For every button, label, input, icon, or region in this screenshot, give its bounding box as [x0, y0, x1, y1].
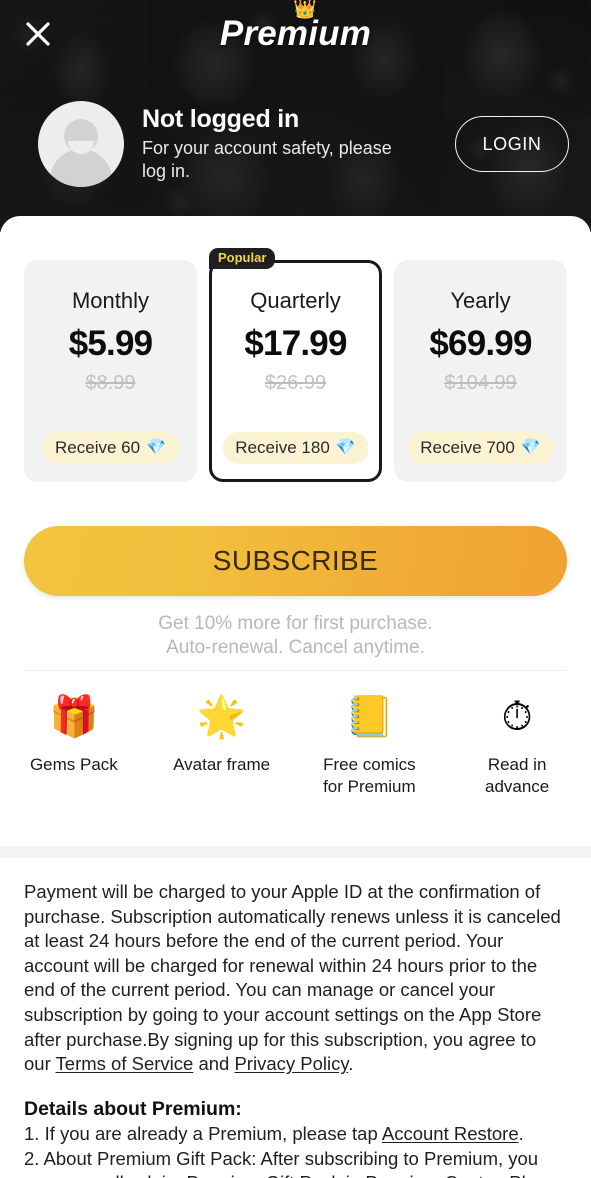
section-divider [24, 670, 567, 671]
account-restore-link[interactable]: Account Restore [382, 1123, 519, 1144]
perk-label: Read in advance [484, 755, 550, 797]
account-row: Not logged in For your account safety, p… [0, 96, 591, 192]
legal-paragraph: Payment will be charged to your Apple ID… [24, 880, 567, 1077]
plan-gems-label: Receive 700 [420, 438, 515, 457]
gift-icon: 🎁 [48, 695, 99, 739]
perk-label: Free comics for Premium [323, 755, 416, 797]
plan-original-price: $26.99 [264, 372, 327, 394]
plan-gems-badge: Receive 700 💎 [407, 432, 554, 464]
perk-gems-pack: 🎁 Gems Pack [0, 690, 148, 798]
plan-card-yearly[interactable]: Yearly $69.99 $104.99 Receive 700 💎 [394, 260, 567, 482]
popular-badge: Popular [209, 248, 276, 270]
subscription-note: Get 10% more for first purchase. Auto-re… [0, 612, 591, 660]
close-button[interactable] [16, 12, 60, 56]
detail-item-1-period: . [518, 1123, 524, 1145]
premium-subscription-screen: 👑 Premium Not logged in For your account… [0, 0, 591, 1178]
legal-conjunction: and [193, 1053, 235, 1075]
subscription-note-line1: Get 10% more for first purchase. [158, 613, 433, 634]
plan-price: $69.99 [429, 324, 532, 363]
perk-free-comics: 📒 Free comics for Premium [296, 690, 444, 798]
plan-gems-badge: Receive 180 💎 [222, 432, 369, 464]
plan-name: Monthly [71, 288, 150, 313]
subscription-note-line2: Auto-renewal. Cancel anytime. [166, 636, 425, 658]
legal-period: . [348, 1053, 354, 1075]
plan-gems-badge: Receive 60 💎 [42, 432, 179, 464]
plan-price: $17.99 [244, 324, 347, 363]
perk-read-in-advance: ⏱ Read in advance [443, 690, 591, 798]
gem-icon: 💎 [520, 439, 541, 456]
gem-icon: 💎 [335, 439, 356, 456]
plan-card-quarterly[interactable]: Popular Quarterly $17.99 $26.99 Receive … [209, 248, 382, 482]
section-band [0, 846, 591, 858]
account-status-title: Not logged in [142, 104, 300, 133]
plan-original-price: $104.99 [444, 372, 517, 394]
close-icon [26, 22, 50, 46]
plan-name: Yearly [450, 288, 511, 313]
plan-gems-label: Receive 180 [235, 438, 330, 457]
legal-section: Payment will be charged to your Apple ID… [0, 880, 591, 1178]
detail-item-1-text: 1. If you are already a Premium, please … [24, 1123, 382, 1145]
login-button[interactable]: LOGIN [455, 116, 569, 172]
perk-avatar-frame: 🌟 Avatar frame [148, 690, 296, 798]
avatar-frame-icon: 🌟 [196, 695, 247, 739]
account-text: Not logged in For your account safety, p… [142, 105, 455, 183]
terms-of-service-link[interactable]: Terms of Service [56, 1053, 194, 1074]
account-status-subtitle: For your account safety, please log in. [142, 137, 392, 181]
header-banner: 👑 Premium Not logged in For your account… [0, 0, 591, 232]
subscribe-button[interactable]: SUBSCRIBE [24, 526, 567, 596]
plan-list: Monthly $5.99 $8.99 Receive 60 💎 Popular… [0, 248, 591, 482]
detail-item-1: 1. If you are already a Premium, please … [24, 1122, 567, 1147]
content-sheet: Monthly $5.99 $8.99 Receive 60 💎 Popular… [0, 216, 591, 846]
privacy-policy-link[interactable]: Privacy Policy [234, 1053, 348, 1074]
plan-name: Quarterly [250, 288, 341, 313]
details-heading: Details about Premium: [24, 1097, 242, 1120]
plan-price: $5.99 [68, 324, 153, 363]
plan-original-price: $8.99 [85, 372, 136, 394]
plan-card-monthly[interactable]: Monthly $5.99 $8.99 Receive 60 💎 [24, 260, 197, 482]
legal-paragraph-text: Payment will be charged to your Apple ID… [24, 881, 561, 1075]
free-comics-icon: 📒 [344, 695, 395, 739]
plan-gems-label: Receive 60 [55, 438, 141, 457]
avatar[interactable] [38, 101, 124, 187]
perks-row: 🎁 Gems Pack 🌟 Avatar frame 📒 Free comics… [0, 690, 591, 798]
perk-label: Avatar frame [173, 755, 271, 774]
gem-icon: 💎 [146, 439, 166, 456]
perk-label: Gems Pack [29, 755, 118, 774]
timer-icon: ⏱ [501, 695, 533, 739]
detail-item-2: 2. About Premium Gift Pack: After subscr… [24, 1147, 566, 1178]
avatar-body [50, 149, 112, 187]
